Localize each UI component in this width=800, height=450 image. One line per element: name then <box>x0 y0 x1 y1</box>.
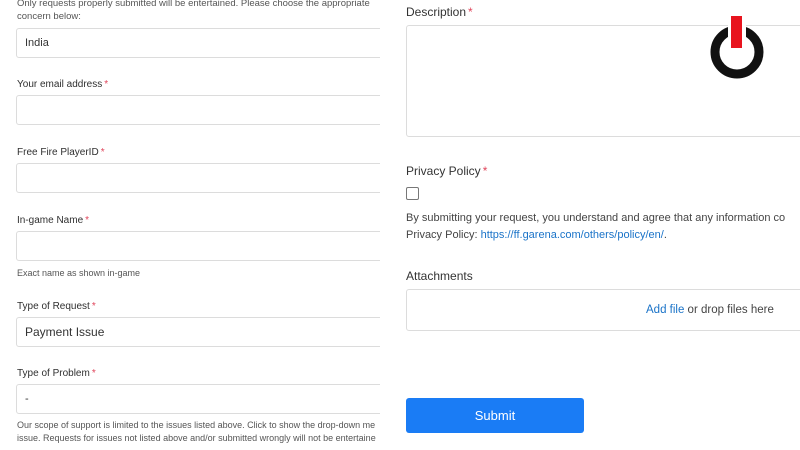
privacy-text-line-2: Privacy Policy: https://ff.garena.com/ot… <box>406 229 667 241</box>
form-left-column: Only requests properly submitted will be… <box>0 0 380 450</box>
country-value: India <box>25 37 49 49</box>
ingame-name-label: In-game Name * <box>17 215 90 226</box>
submit-button[interactable]: Submit <box>406 398 584 433</box>
problem-type-select[interactable]: - <box>16 384 380 414</box>
playerid-label: Free Fire PlayerID * <box>17 147 105 158</box>
privacy-policy-link[interactable]: https://ff.garena.com/others/policy/en/ <box>481 229 664 241</box>
dropzone-text: Add file or drop files here <box>646 304 774 316</box>
description-label: Description * <box>406 5 473 19</box>
attachments-dropzone[interactable]: Add file or drop files here <box>406 289 800 331</box>
request-type-label: Type of Request * <box>17 301 96 312</box>
scope-text-line-2: issue. Requests for issues not listed ab… <box>17 433 376 443</box>
intro-text: Only requests properly submitted will be… <box>17 0 370 22</box>
request-type-select[interactable]: Payment Issue <box>16 317 380 347</box>
email-label: Your email address * <box>17 79 109 90</box>
playerid-field[interactable] <box>16 163 380 193</box>
ingame-name-field[interactable] <box>16 231 380 261</box>
problem-type-label: Type of Problem * <box>17 368 96 379</box>
garena-power-logo-icon <box>710 14 764 79</box>
email-field[interactable] <box>16 95 380 125</box>
privacy-policy-label: Privacy Policy * <box>406 164 488 178</box>
privacy-checkbox[interactable] <box>406 187 419 200</box>
attachments-label: Attachments <box>406 269 473 283</box>
scope-text-line-1: Our scope of support is limited to the i… <box>17 420 376 430</box>
country-select[interactable]: India <box>16 28 380 58</box>
problem-type-value: - <box>25 393 29 405</box>
add-file-link[interactable]: Add file <box>646 304 684 316</box>
privacy-text-line-1: By submitting your request, you understa… <box>406 212 786 224</box>
request-type-value: Payment Issue <box>25 325 105 339</box>
ingame-name-hint: Exact name as shown in-game <box>17 268 141 278</box>
